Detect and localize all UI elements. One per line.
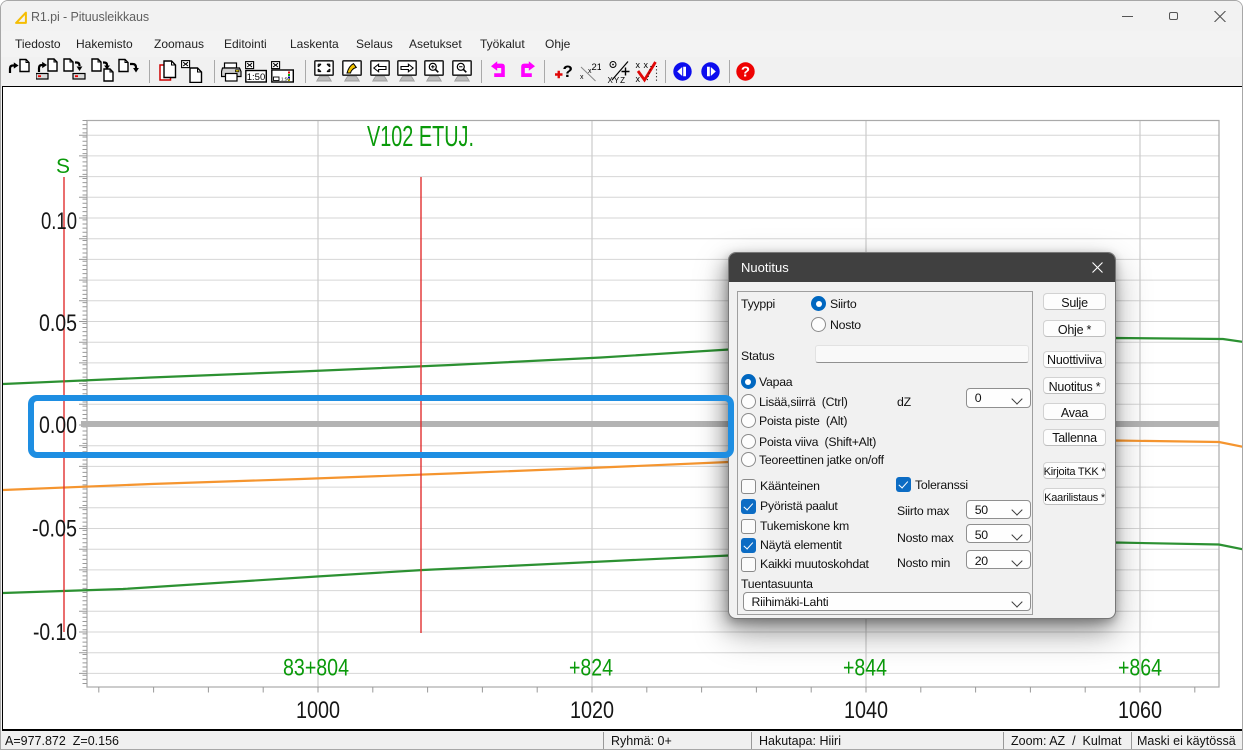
svg-text:x: x: [644, 60, 649, 70]
svg-text:x: x: [580, 74, 584, 81]
svg-text:1:50: 1:50: [247, 72, 266, 83]
svg-text:?: ?: [741, 64, 750, 81]
svg-text:x: x: [636, 60, 641, 70]
svg-text:XYZ: XYZ: [608, 76, 627, 84]
svg-text:1:50: 1:50: [281, 76, 290, 81]
svg-text:?: ?: [563, 62, 573, 81]
svg-text:21: 21: [592, 62, 602, 73]
